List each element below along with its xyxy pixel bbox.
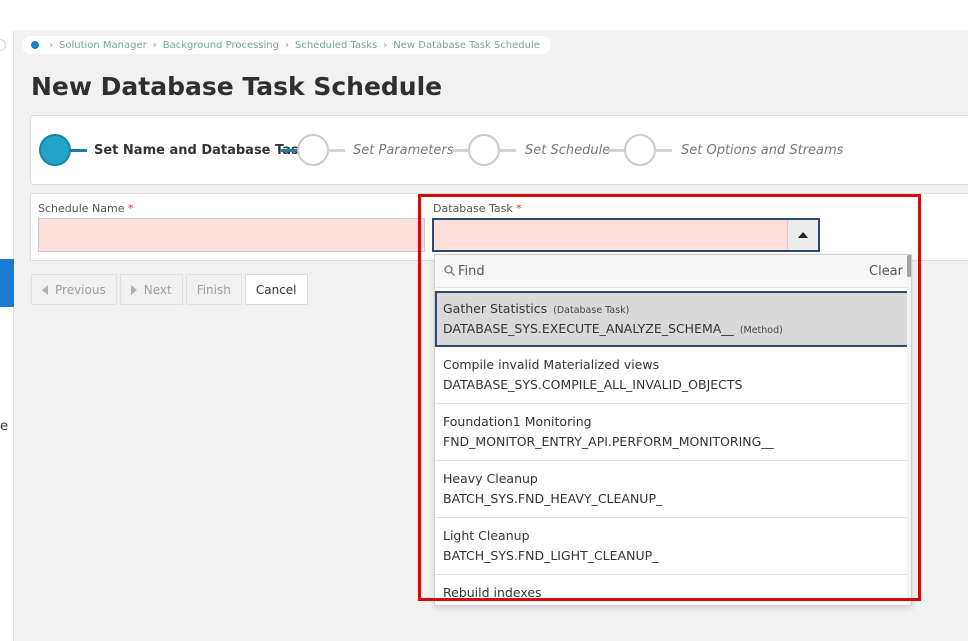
breadcrumb: › Solution Manager › Background Processi…: [22, 36, 551, 54]
step-1-label[interactable]: Set Name and Database Task: [94, 143, 307, 158]
previous-button[interactable]: Previous: [31, 274, 117, 305]
triangle-left-icon: [42, 284, 48, 295]
step-3-connector-right: [498, 149, 516, 152]
list-item[interactable]: Heavy Cleanup BATCH_SYS.FND_HEAVY_CLEANU…: [435, 461, 909, 518]
cancel-button[interactable]: Cancel: [244, 274, 308, 305]
caret-up-icon: [798, 232, 808, 238]
breadcrumb-current[interactable]: New Database Task Schedule: [393, 40, 540, 51]
schedule-name-input[interactable]: [38, 218, 425, 252]
required-marker: *: [128, 202, 134, 215]
nav-active-item[interactable]: [0, 259, 14, 307]
list-item[interactable]: Rebuild indexes: [435, 575, 909, 605]
breadcrumb-background-processing[interactable]: Background Processing: [163, 40, 279, 51]
clear-button[interactable]: Clear: [869, 264, 903, 279]
breadcrumb-solution-manager[interactable]: Solution Manager: [59, 40, 147, 51]
list-item[interactable]: Light Cleanup BATCH_SYS.FND_LIGHT_CLEANU…: [435, 518, 909, 575]
database-task-dropdown[interactable]: Find Clear Gather Statistics (Database Ta…: [434, 254, 912, 606]
home-dot-icon[interactable]: [31, 41, 39, 49]
dropdown-toggle-button[interactable]: [787, 220, 818, 250]
database-task-select[interactable]: [432, 218, 820, 252]
dropdown-list: Gather Statistics (Database Task) DATABAS…: [435, 289, 909, 605]
find-input[interactable]: Find: [458, 264, 485, 279]
list-item[interactable]: Foundation1 Monitoring FND_MONITOR_ENTRY…: [435, 404, 909, 461]
triangle-right-icon: [130, 284, 137, 295]
chevron-right-icon: ›: [152, 39, 157, 51]
step-4-indicator[interactable]: [624, 134, 656, 166]
chevron-right-icon: ›: [285, 39, 289, 51]
finish-button[interactable]: Finish: [185, 274, 242, 305]
list-item[interactable]: Compile invalid Materialized views DATAB…: [435, 347, 909, 404]
chevron-right-icon: ›: [49, 39, 53, 51]
top-bar: [0, 0, 968, 30]
dropdown-find-row: Find Clear: [435, 255, 911, 288]
step-3-indicator[interactable]: [468, 134, 500, 166]
search-icon: [444, 265, 455, 276]
step-2-label[interactable]: Set Parameters: [353, 143, 453, 158]
step-3-label[interactable]: Set Schedule: [525, 143, 610, 158]
breadcrumb-scheduled-tasks[interactable]: Scheduled Tasks: [295, 40, 377, 51]
left-navigation: e: [0, 30, 14, 641]
step-2-connector-right: [327, 149, 345, 152]
nav-partial-label: e: [0, 419, 8, 434]
dropdown-scrollbar[interactable]: [907, 255, 911, 605]
database-task-label: Database Task *: [433, 202, 522, 215]
step-1-indicator[interactable]: [39, 134, 71, 166]
page-title: New Database Task Schedule: [31, 72, 443, 101]
step-4-connector-right: [654, 149, 672, 152]
wizard-buttons: Previous Next Finish Cancel: [31, 274, 311, 305]
schedule-name-label: Schedule Name *: [38, 202, 134, 215]
step-1-connector: [69, 149, 87, 152]
wizard-stepper: Set Name and Database Task Set Parameter…: [30, 115, 968, 185]
required-marker: *: [516, 202, 522, 215]
next-button[interactable]: Next: [119, 274, 183, 305]
nav-collapse-handle[interactable]: [0, 39, 6, 51]
list-item[interactable]: Gather Statistics (Database Task) DATABAS…: [435, 291, 909, 347]
scrollbar-thumb[interactable]: [907, 255, 911, 277]
step-4-label[interactable]: Set Options and Streams: [681, 143, 843, 158]
chevron-right-icon: ›: [383, 39, 388, 51]
step-2-indicator[interactable]: [297, 134, 329, 166]
